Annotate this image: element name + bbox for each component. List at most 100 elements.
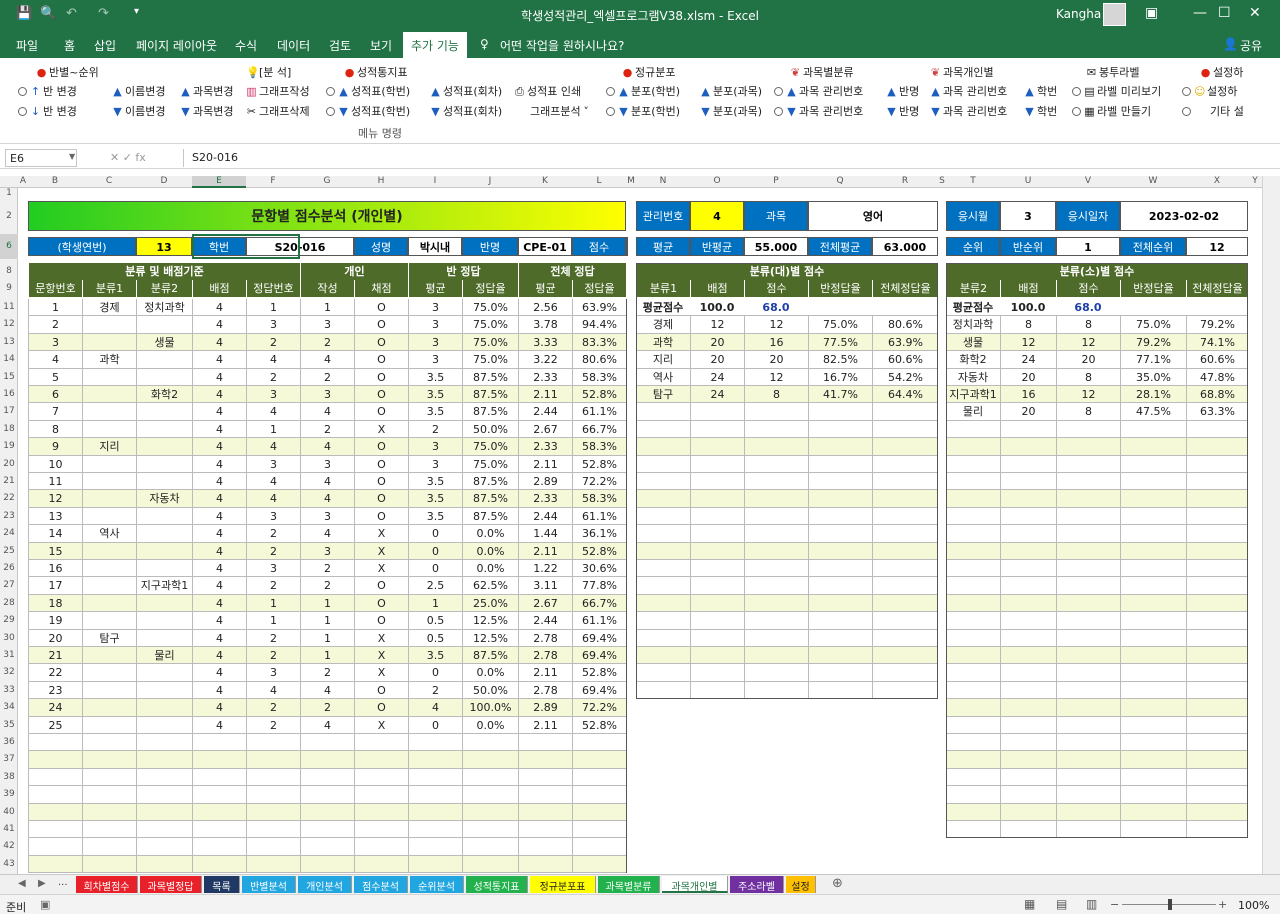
table-cell[interactable]: 83.3% [572, 333, 626, 352]
table-cell[interactable] [300, 803, 354, 821]
table-cell[interactable]: 2.33 [518, 490, 572, 508]
table-cell[interactable]: 4 [192, 403, 246, 421]
table-cell[interactable]: 12.5% [462, 629, 518, 647]
exam-cell[interactable]: 응시일자 [1056, 201, 1120, 231]
table-cell[interactable]: 1 [246, 299, 300, 317]
table-cell[interactable] [462, 838, 518, 856]
table-cell[interactable]: 3.33 [518, 333, 572, 352]
table-cell[interactable]: 2 [246, 629, 300, 647]
ribbon-item[interactable]: ✉ 봉투라벨 [1086, 64, 1140, 80]
row-header[interactable]: 28 [0, 595, 18, 612]
table-cell[interactable]: O [354, 316, 408, 334]
column-label[interactable]: 정답번호 [246, 280, 300, 297]
table-cell[interactable] [136, 786, 192, 804]
table-cell[interactable] [28, 786, 82, 804]
table-cell[interactable]: 30.6% [572, 560, 626, 578]
table-cell[interactable] [246, 751, 300, 769]
table-cell[interactable]: 3.22 [518, 351, 572, 369]
table-cell[interactable]: 4 [192, 507, 246, 526]
table-cell[interactable] [572, 734, 626, 752]
column-header[interactable]: O [690, 176, 744, 186]
table-cell[interactable]: 0.0% [462, 716, 518, 734]
table-cell[interactable]: O [354, 577, 408, 595]
table-cell[interactable]: 4 [300, 716, 354, 734]
table-cell[interactable] [136, 525, 192, 543]
table-cell[interactable]: 탐구 [82, 629, 136, 647]
table-cell[interactable]: O [354, 455, 408, 473]
exam-cell[interactable]: 12 [1186, 237, 1248, 256]
radio-icon[interactable] [1182, 87, 1191, 96]
table-cell[interactable]: O [354, 699, 408, 717]
table-cell[interactable]: 1.22 [518, 560, 572, 578]
chevron-down-icon[interactable]: ▼ [69, 152, 75, 161]
table-cell[interactable]: 87.5% [462, 386, 518, 404]
table-cell[interactable]: 3 [408, 351, 462, 369]
table-cell[interactable] [82, 699, 136, 717]
row-header[interactable]: 9 [0, 280, 18, 297]
table-cell[interactable]: 2.89 [518, 473, 572, 491]
table-cell[interactable] [28, 751, 82, 769]
table-cell[interactable]: 2 [408, 420, 462, 439]
mgmt-cell[interactable]: 4 [690, 201, 744, 231]
tab-view[interactable]: 보기 [370, 37, 392, 54]
table-cell[interactable] [28, 838, 82, 856]
table-cell[interactable]: 3.5 [408, 647, 462, 665]
table-cell[interactable] [136, 629, 192, 647]
tab-page-layout[interactable]: 페이지 레이아웃 [136, 37, 217, 54]
selected-cell[interactable] [192, 234, 300, 259]
table-cell[interactable] [192, 734, 246, 752]
table-cell[interactable]: 3.5 [408, 490, 462, 508]
sheet-tab[interactable]: 과목별분류 [598, 876, 660, 893]
row-header[interactable]: 42 [0, 838, 18, 855]
ribbon-item[interactable]: ⎙ 성적표 인쇄 [514, 83, 581, 99]
row-header[interactable]: 29 [0, 612, 18, 629]
table-cell[interactable] [82, 560, 136, 578]
table-cell[interactable]: 2 [246, 647, 300, 665]
table-cell[interactable] [192, 838, 246, 856]
info-cell[interactable]: 점수 [572, 237, 626, 256]
table-cell[interactable]: 1 [246, 594, 300, 613]
column-label[interactable]: 배점 [192, 280, 246, 297]
table-cell[interactable]: 25 [28, 716, 82, 734]
table-cell[interactable]: 63.9% [572, 299, 626, 317]
table-cell[interactable]: 69.4% [572, 647, 626, 665]
table-cell[interactable]: 5 [28, 368, 82, 386]
table-cell[interactable]: 2.11 [518, 716, 572, 734]
table-cell[interactable] [136, 438, 192, 456]
table-cell[interactable]: 0 [408, 525, 462, 543]
table-cell[interactable] [82, 386, 136, 404]
table-cell[interactable]: 2 [300, 699, 354, 717]
table-cell[interactable]: 0.0% [462, 664, 518, 682]
table-cell[interactable]: 0 [408, 560, 462, 578]
table-cell[interactable] [518, 855, 572, 874]
table-cell[interactable]: 과학 [82, 351, 136, 369]
table-cell[interactable]: 4 [28, 351, 82, 369]
table-cell[interactable]: O [354, 299, 408, 317]
table-cell[interactable] [136, 507, 192, 526]
table-cell[interactable]: 58.3% [572, 438, 626, 456]
table-cell[interactable]: 2.11 [518, 386, 572, 404]
table-cell[interactable] [82, 768, 136, 787]
table-cell[interactable]: 2 [246, 699, 300, 717]
table-cell[interactable]: 4 [192, 629, 246, 647]
row-header[interactable]: 8 [0, 263, 18, 280]
row-header[interactable]: 22 [0, 490, 18, 507]
table-cell[interactable]: 정치과학 [136, 299, 192, 317]
table-cell[interactable]: O [354, 473, 408, 491]
column-header[interactable]: K [518, 176, 572, 186]
table-cell[interactable]: 3 [246, 560, 300, 578]
table-cell[interactable] [572, 855, 626, 874]
table-cell[interactable]: O [354, 386, 408, 404]
table-cell[interactable] [136, 542, 192, 560]
radio-icon[interactable] [18, 107, 27, 116]
tab-add-ins[interactable]: 추가 기능 [403, 32, 467, 58]
table-cell[interactable]: 8 [28, 420, 82, 439]
table-cell[interactable]: X [354, 420, 408, 439]
table-cell[interactable]: 4 [300, 403, 354, 421]
table-cell[interactable]: 지리 [82, 438, 136, 456]
table-cell[interactable]: 1 [300, 612, 354, 630]
tab-home[interactable]: 홈 [64, 37, 75, 54]
radio-icon[interactable] [326, 107, 335, 116]
column-header[interactable]: Q [808, 176, 872, 186]
table-cell[interactable] [300, 734, 354, 752]
